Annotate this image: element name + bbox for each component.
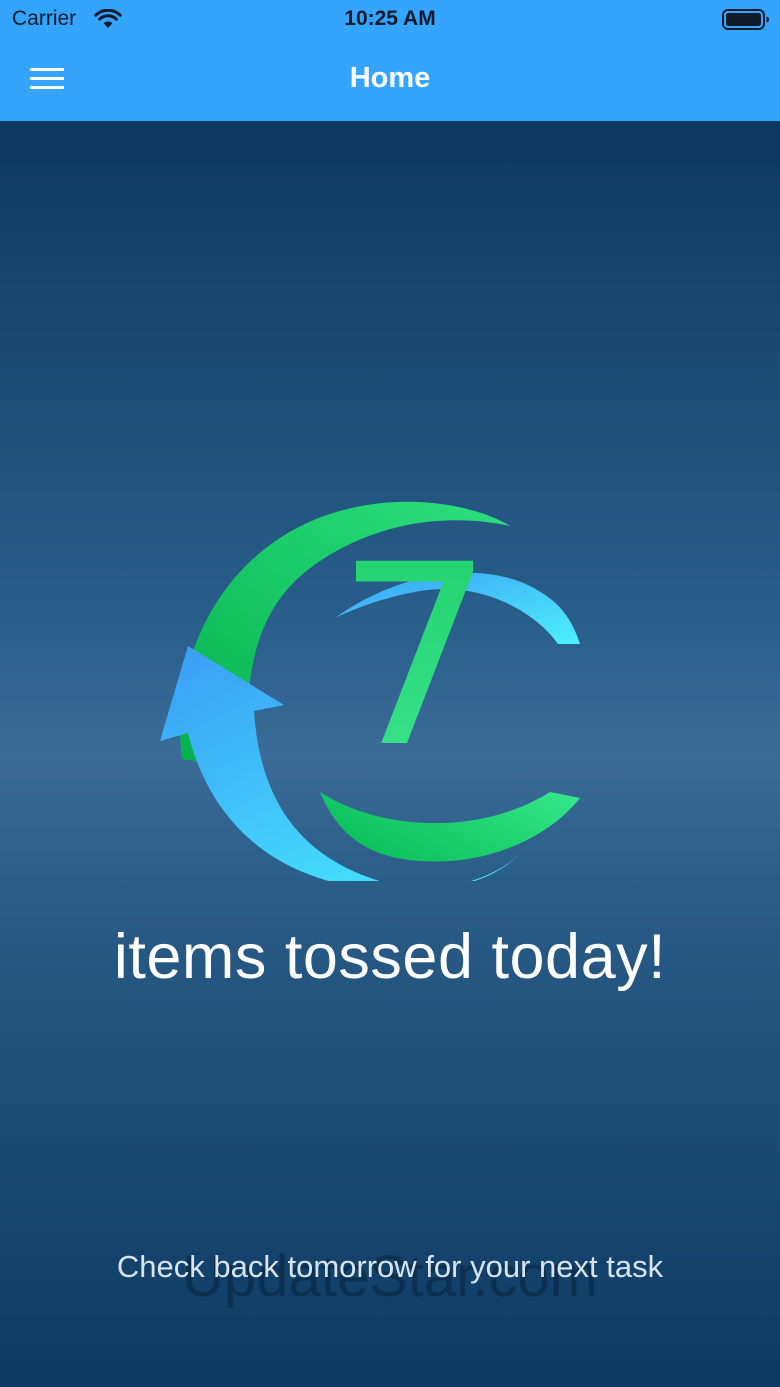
battery-icon [722,9,769,30]
items-tossed-label: items tossed today! [113,922,667,992]
tossed-count-text: 7 [335,523,494,763]
status-bar: Carrier 10:25 AM [0,0,780,40]
tossed-count: 7 [335,523,494,763]
main-content: 7 items tossed today! UpdateStar.com Che… [0,121,780,1387]
top-bar: Carrier 10:25 AM Home [0,0,780,121]
green-bottom-arc [320,792,580,862]
navigation-bar: Home [0,40,780,121]
next-task-message: Check back tomorrow for your next task [116,1249,664,1284]
page-title: Home [349,62,431,94]
status-time: 10:25 AM [344,7,436,30]
